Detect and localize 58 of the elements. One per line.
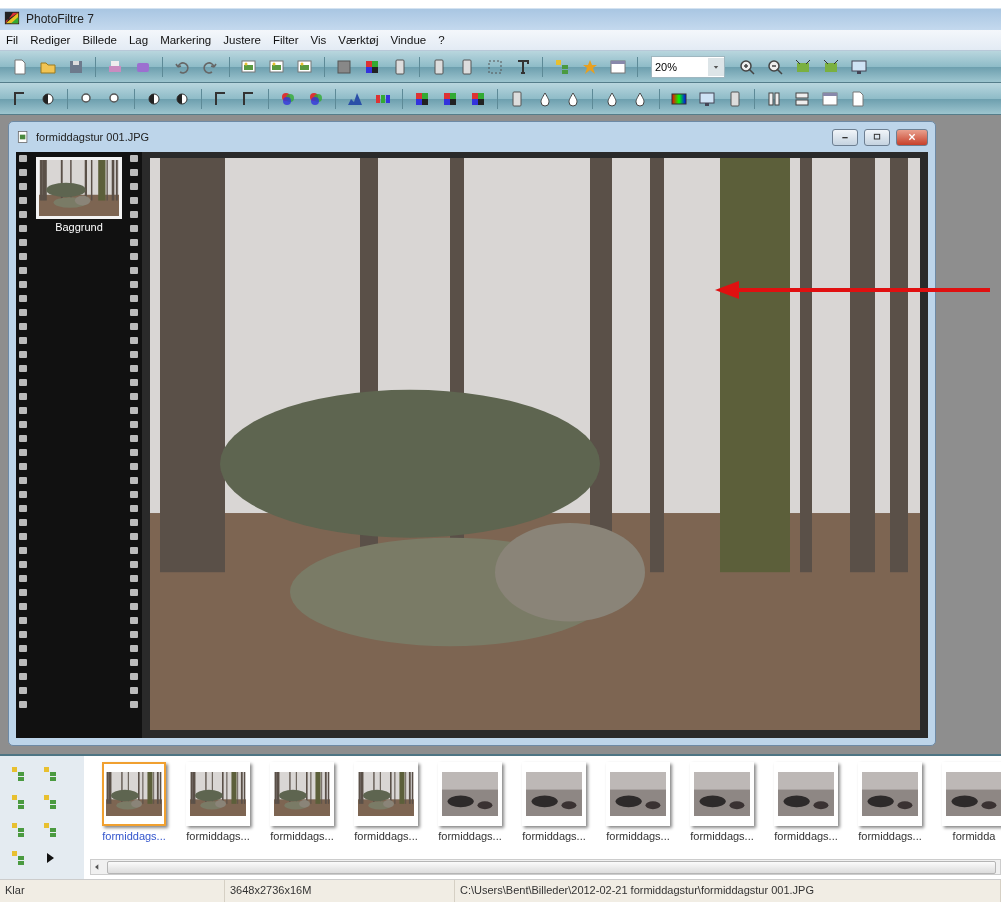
thumbnail-photo [526, 772, 582, 816]
zoom-out-icon [766, 57, 784, 76]
thumbnail-photo [190, 772, 246, 816]
maximize-icon [871, 131, 883, 143]
thumbnail-photo [442, 772, 498, 816]
document-title: formiddagstur 001.JPG [36, 131, 151, 143]
layers-icon [553, 57, 571, 76]
status-text: Klar [0, 880, 225, 902]
file-path: C:\Users\Bent\Billeder\2012-02-21 formiddagstur\formiddagstur 001.JPG [455, 880, 1001, 902]
layers-icon [41, 821, 59, 839]
thumbnail-photo [778, 772, 834, 816]
layers-icon [9, 765, 27, 783]
rows-icon [793, 89, 811, 108]
menu-item[interactable]: Lag [122, 34, 155, 46]
thumbnail-photo [106, 772, 162, 816]
image-icon [268, 57, 286, 76]
layers-icon [41, 793, 59, 811]
layers-icon [9, 793, 27, 811]
layers-icon [41, 765, 59, 783]
thumbnail-photo [862, 772, 918, 816]
menu-item[interactable]: Rediger [24, 34, 77, 46]
layer-item[interactable]: Baggrund [31, 152, 127, 738]
monitor-icon [698, 89, 716, 108]
selection-icon [486, 57, 504, 76]
window-icon [821, 89, 839, 108]
window-icon [609, 57, 627, 76]
image-icon [240, 57, 258, 76]
menu-item[interactable]: Markering [154, 34, 218, 46]
page-icon [11, 57, 29, 76]
menu-item[interactable]: ? [432, 34, 451, 46]
thumbnail-photo [946, 772, 1001, 816]
thumbnail-photo [694, 772, 750, 816]
app-logo-icon [4, 10, 20, 26]
menu-item[interactable]: Fil [0, 34, 25, 46]
maximize-button[interactable] [864, 128, 890, 146]
image-dimensions: 3648x2736x16M [225, 880, 455, 902]
layers-icon [9, 821, 27, 839]
page-icon [849, 89, 867, 108]
thumbnail-photo [358, 772, 414, 816]
menu-item[interactable]: Vindue [384, 34, 433, 46]
zoom-dropdown[interactable]: 20% [651, 55, 725, 78]
menu-item[interactable]: Vis [304, 34, 333, 46]
thumbnail-photo [610, 772, 666, 816]
menu-item[interactable]: Værktøj [332, 34, 385, 46]
zoom-in-icon [738, 57, 756, 76]
thumbnail-photo [274, 772, 330, 816]
image-icon [296, 57, 314, 76]
menu-item[interactable]: Billede [76, 34, 123, 46]
minimize-button[interactable] [832, 128, 858, 146]
columns-icon [765, 89, 783, 108]
window-title: PhotoFiltre 7 [26, 12, 95, 26]
menu-item[interactable]: Justere [217, 34, 267, 46]
close-button[interactable] [896, 128, 928, 146]
monitor-icon [850, 57, 868, 76]
menu-item[interactable]: Filter [267, 34, 305, 46]
close-icon [906, 131, 918, 143]
square-icon [335, 57, 353, 76]
layers-icon [9, 849, 27, 867]
